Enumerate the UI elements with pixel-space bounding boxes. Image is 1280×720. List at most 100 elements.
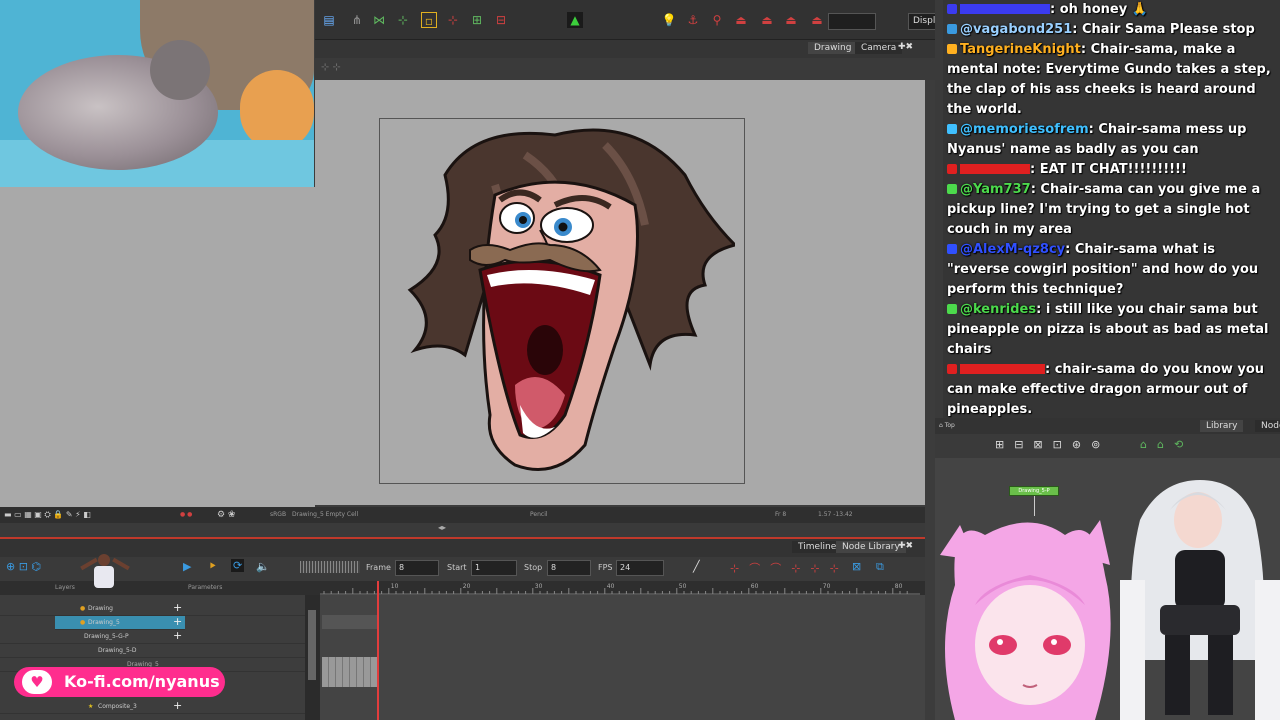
chat-text: : oh honey 🙏 [1050,2,1148,17]
onion-skin-icon[interactable]: ⚓ [685,12,701,28]
node-toolbar: ⊞⊟⊠⊡⊛⊚ ⌂⌂⟲ [935,434,1280,458]
chat-overlay: : oh honey 🙏 @vagabond251: Chair Sama Pl… [943,0,1280,418]
keyframe-icon-3[interactable]: ⏏ [809,12,825,28]
keyframe-icon[interactable]: ⏏ [759,12,775,28]
lightbulb-icon[interactable]: 💡 [661,12,677,28]
keyframe-tool-icons[interactable]: ⊹⌒⌒⊹⊹⊹ [730,560,849,576]
frame-field[interactable]: 8 [395,560,439,576]
layer-name: Drawing_5 [88,619,120,626]
chat-message: : EAT IT CHAT!!!!!!!!!! [947,160,1279,180]
side-panel-empty [0,187,315,507]
status-icons[interactable]: ▬ ▭ ▦ ▣ ⛭ 🔒 ✎ ⚡ ◧ [4,507,91,523]
layer-row[interactable]: ★ Composite_3 + [0,700,305,714]
timeline-tool-icons[interactable]: ⊕ ⊡ ⌬ [6,560,41,573]
ruler-label: 70 [823,583,831,590]
frame-cells-block[interactable] [322,657,377,687]
node-add-icons[interactable]: ⌂⌂⟲ [1140,438,1193,451]
tab-camera[interactable]: Camera [855,42,903,54]
add-tab-icon[interactable]: ✚✖ [898,42,913,52]
tab-node[interactable]: Node [1255,420,1280,432]
view-icons[interactable]: ⚙ ❀ [217,507,235,523]
tab-library[interactable]: Library [1200,420,1244,432]
layout-icon[interactable]: ▤ [321,12,337,28]
splitter[interactable]: ◂▸ [0,523,925,537]
badge-icon [947,124,957,134]
node-icon[interactable]: ⋈ [371,12,387,28]
add-icon[interactable]: + [173,700,182,712]
ruler-label: 10 [391,583,399,590]
ruler-label: 40 [607,583,615,590]
speed-slider[interactable] [300,561,360,573]
kofi-banner[interactable]: ♥ Ko-fi.com/nyanus [14,667,225,697]
stream-screen: ▤ ⋔ ⋈ ⊹ ▫ ⊹ ⊞ ⊟ ▲ Display ▼ 💡 ⚓ ⚲ ⏏ ⏏ ⏏ … [0,0,1280,720]
add-icon[interactable]: ⊞ [469,12,485,28]
tool-icon[interactable]: ⋔ [349,12,365,28]
copy-icon[interactable]: ⧉ [876,560,884,574]
export-icon[interactable]: ⊠ [852,560,861,573]
add-tab-icon-2[interactable]: ✚✖ [898,541,913,551]
cat-head [150,40,210,100]
orange-plush [240,70,314,150]
playhead[interactable] [377,581,379,720]
view-tab-bar: Drawing Camera ✚✖ [315,40,935,58]
ruler-label: 50 [679,583,687,590]
play-icon[interactable]: ▶ [183,560,191,573]
fps-field[interactable]: 24 [616,560,664,576]
tab-drawing[interactable]: Drawing [808,42,858,54]
badge-icon [947,164,957,174]
add-icon[interactable]: + [173,602,182,614]
layer-name: Drawing_5-D [98,647,137,654]
collapse-icon[interactable]: ◂▸ [438,523,446,532]
stop-field[interactable]: 8 [547,560,591,576]
toolbar-dropdown[interactable] [828,13,876,30]
view-subtoolbar: ⊹ ⊹ [315,58,935,80]
layer-scrollbar[interactable] [305,595,320,720]
layer-row-selected[interactable]: ● Drawing_5 + [55,616,185,630]
main-toolbar: ▤ ⋔ ⋈ ⊹ ▫ ⊹ ⊞ ⊟ ▲ Display ▼ 💡 ⚓ ⚲ ⏏ ⏏ ⏏ … [315,0,966,40]
badge-icon [947,24,957,34]
chat-text: : Chair Sama Please stop [1072,22,1255,37]
frame-icon[interactable]: ▫ [421,12,437,28]
node-tool-icons[interactable]: ⊞⊟⊠⊡⊛⊚ [995,438,1110,451]
chat-message: @kenrides: i still like you chair sama b… [947,300,1279,360]
ruler-label: 60 [751,583,759,590]
chat-user: @memoriesofrem [960,122,1089,137]
flag-icon[interactable]: ▲ [567,12,583,28]
layer-row[interactable]: Drawing_5-D [0,644,305,658]
layer-list: ● Drawing + ● Drawing_5 + Drawing_5-G-P + Dra… [0,595,305,720]
badge-icon [947,44,957,54]
white-hair-vtuber-avatar [1120,480,1280,720]
node-box[interactable]: Drawing_5-P [1009,486,1059,496]
frame-cells[interactable] [322,615,377,629]
marker-icon-2[interactable]: ⏏ [733,12,749,28]
ruler-label: 20 [463,583,471,590]
line-tool-icon[interactable]: ╱ [693,560,700,573]
node-wire [1034,496,1035,516]
chat-text: : EAT IT CHAT!!!!!!!!!! [1030,162,1187,177]
layer-row[interactable]: Drawing_5-G-P + [0,630,305,644]
keyframe-icon-2[interactable]: ⏏ [783,12,799,28]
layer-name: Drawing [88,605,113,612]
scroll-thumb[interactable] [308,610,316,680]
loop-icon[interactable]: ⟳ [231,559,245,572]
transform-icon[interactable]: ⊹ [445,12,461,28]
sound-icon[interactable]: 🔈 [256,560,270,573]
add-icon[interactable]: + [173,616,182,628]
step-icon[interactable]: ⯈ [208,560,217,574]
marker-icon[interactable]: ⚲ [709,12,725,28]
start-field[interactable]: 1 [471,560,517,576]
layer-row[interactable]: ● Drawing + [0,602,305,616]
frame-label: Frame [366,563,391,572]
pink-vtuber-avatar [940,520,1111,720]
frame-grid[interactable] [320,595,925,720]
add-icon[interactable]: + [173,630,182,642]
redacted-username [960,364,1045,374]
peg-icon[interactable]: ⊹ [395,12,411,28]
tab-node-library[interactable]: Node Library [836,541,906,553]
pan-icon[interactable]: ⊹ ⊹ [321,62,341,73]
chat-user: @AlexM-qz8cy [960,242,1066,257]
tab-timeline[interactable]: Timeline [792,541,843,553]
chat-message: @AlexM-qz8cy: Chair-sama what is "revers… [947,240,1279,300]
delete-icon[interactable]: ⊟ [493,12,509,28]
frame-ruler[interactable]: 10 20 30 40 50 60 70 80 [320,581,920,595]
